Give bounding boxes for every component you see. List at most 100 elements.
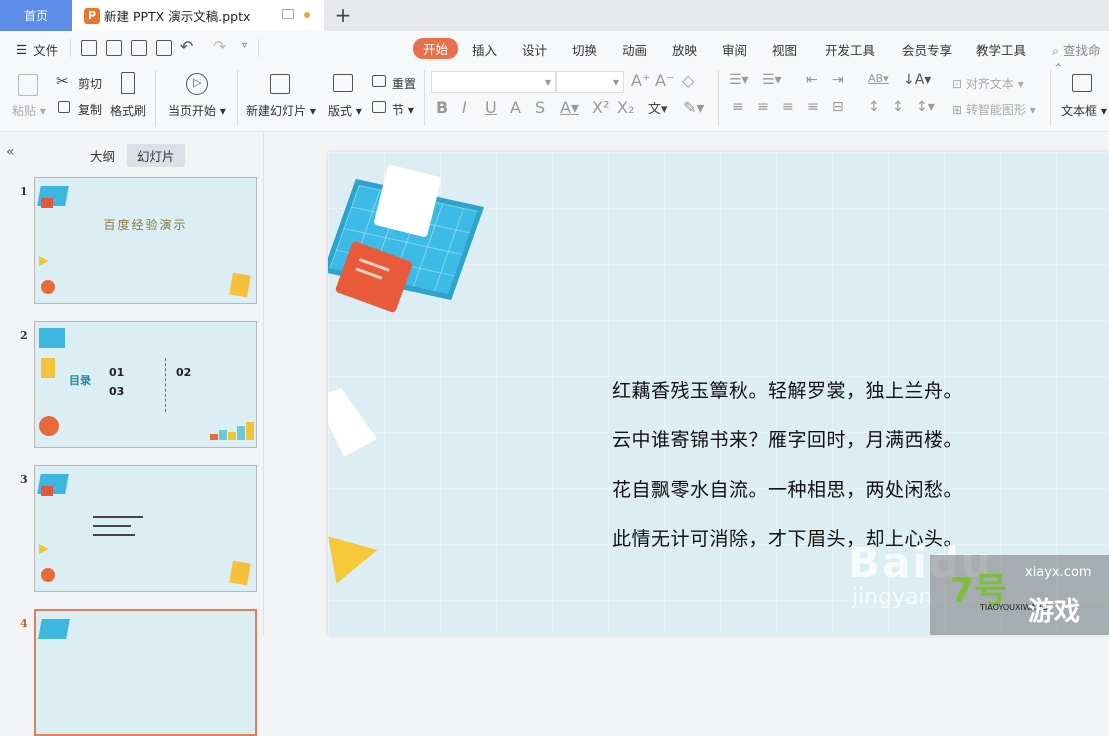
paste-icon[interactable] xyxy=(18,74,38,96)
align-text-button[interactable]: ⊡ 对齐文本 ▾ xyxy=(952,75,1024,92)
menu-bar: ☰ 文件 ↶ ↷ ▿ 开始 插入 设计 切换 动画 放映 审阅 视图 开发工具 … xyxy=(0,31,1109,77)
smart-art-button[interactable]: ⊞ 转智能图形 ▾ xyxy=(952,101,1036,118)
strikethrough-icon[interactable]: S xyxy=(535,98,545,117)
paste-button[interactable]: 粘贴 ▾ xyxy=(12,102,46,119)
tab-teaching[interactable]: 教学工具 xyxy=(976,40,1026,59)
increase-indent-icon[interactable]: ⇥ xyxy=(832,72,844,88)
copy-icon xyxy=(58,101,70,113)
tab-slideshow[interactable]: 放映 xyxy=(672,40,697,59)
tab-home[interactable]: 首页 xyxy=(0,0,72,31)
align-right-icon[interactable]: ≡ xyxy=(782,99,794,115)
textbox-button[interactable]: 文本框 ▾ xyxy=(1061,102,1107,119)
undo-icon[interactable]: ↶ xyxy=(180,37,193,56)
tab-review[interactable]: 审阅 xyxy=(722,40,747,59)
shrink-font-icon[interactable]: A⁻ xyxy=(655,71,674,90)
new-slide-label: 新建幻灯片 xyxy=(246,104,307,118)
bullet-list-icon[interactable]: ☰▾ xyxy=(729,72,749,88)
textbox-icon xyxy=(1072,74,1092,92)
align-center-icon[interactable]: ≡ xyxy=(757,99,769,115)
distribute-icon[interactable]: ⊟ xyxy=(832,99,844,115)
divider xyxy=(237,70,238,126)
justify-icon[interactable]: ≡ xyxy=(807,99,819,115)
tab-outline[interactable]: 大纲 xyxy=(80,144,125,167)
tab-view[interactable]: 视图 xyxy=(772,40,797,59)
tab-member[interactable]: 会员专享 xyxy=(902,40,952,59)
font-color-icon[interactable]: A▾ xyxy=(560,98,579,117)
highlight-icon[interactable]: ✎▾ xyxy=(683,98,704,117)
slide-text-line[interactable]: 云中谁寄锦书来？雁字回时，月满西楼。 xyxy=(612,425,963,452)
slide-text-line[interactable]: 花自飘零水自流。一种相思，两处闲愁。 xyxy=(612,475,963,502)
tab-design[interactable]: 设计 xyxy=(522,40,547,59)
line-spacing-icon[interactable]: ↕▾ xyxy=(916,99,935,115)
tab-developer[interactable]: 开发工具 xyxy=(825,40,875,59)
slide-text-line[interactable]: 红藕香残玉簟秋。轻解罗裳，独上兰舟。 xyxy=(612,376,963,403)
divider xyxy=(718,70,719,126)
text-shadow-icon[interactable]: A xyxy=(510,98,521,117)
slide-thumbnail-3[interactable] xyxy=(34,465,257,592)
toc-divider xyxy=(165,358,166,412)
print-preview-icon[interactable] xyxy=(156,40,172,56)
print-icon[interactable] xyxy=(131,40,147,56)
format-painter-button[interactable]: 格式刷 xyxy=(110,102,146,119)
triangle-illustration xyxy=(39,544,49,554)
customize-quick-access-icon[interactable]: ▿ xyxy=(242,40,247,51)
tab-bar: 首页 P 新建 PPTX 演示文稿.pptx + xyxy=(0,0,1109,31)
reset-button[interactable]: 重置 xyxy=(392,75,416,92)
slide-thumbnail-4[interactable] xyxy=(34,609,257,736)
tab-document[interactable]: P 新建 PPTX 演示文稿.pptx xyxy=(72,0,324,31)
slide-thumbnail-2[interactable]: 目录 01 02 03 xyxy=(34,321,257,448)
paper-illustration xyxy=(328,383,379,460)
chevron-down-icon: ▼ xyxy=(544,78,551,87)
text-line xyxy=(93,516,143,518)
section-label: 节 xyxy=(392,103,405,117)
tab-animation[interactable]: 动画 xyxy=(622,40,647,59)
align-left-icon[interactable]: ≡ xyxy=(732,99,744,115)
monitor-icon[interactable] xyxy=(282,9,294,19)
collapse-panel-icon[interactable]: « xyxy=(6,144,15,160)
slide-thumbnail-1[interactable]: 百度经验演示 xyxy=(34,177,257,304)
underline-icon[interactable]: U xyxy=(485,98,497,117)
subscript-icon[interactable]: X₂ xyxy=(617,98,634,117)
play-from-current-button[interactable]: 当页开始 ▾ xyxy=(168,102,226,119)
text-direction-icon[interactable]: AB▾ xyxy=(868,72,889,85)
clear-format-icon[interactable]: ◇ xyxy=(682,71,694,90)
superscript-icon[interactable]: X² xyxy=(592,98,609,117)
text-line xyxy=(93,534,135,536)
font-size-select[interactable]: ▼ xyxy=(556,71,624,93)
tab-transition[interactable]: 切换 xyxy=(572,40,597,59)
new-tab-button[interactable]: + xyxy=(332,3,354,27)
textbox-label: 文本框 xyxy=(1061,104,1098,118)
thumb-title: 百度经验演示 xyxy=(103,218,188,232)
font-name-select[interactable]: ▼ xyxy=(431,71,556,93)
divider xyxy=(424,70,425,126)
document-title: 新建 PPTX 演示文稿.pptx xyxy=(104,9,251,24)
line-spacing-down-icon[interactable]: ↕ xyxy=(892,99,904,115)
redo-icon[interactable]: ↷ xyxy=(213,37,226,56)
tab-slides[interactable]: 幻灯片 xyxy=(127,144,185,167)
copy-button[interactable]: 复制 xyxy=(78,101,102,118)
export-icon[interactable] xyxy=(106,40,122,56)
ribbon: 粘贴 ▾ ✂ 剪切 复制 格式刷 ▷ 当页开始 ▾ 新建幻灯片 ▾ 版式 ▾ 重… xyxy=(0,66,1109,132)
tab-start[interactable]: 开始 xyxy=(413,38,459,59)
new-slide-button[interactable]: 新建幻灯片 ▾ xyxy=(246,102,316,119)
search-icon: ⌕ xyxy=(1052,43,1060,58)
cut-button[interactable]: 剪切 xyxy=(78,75,102,92)
tab-insert[interactable]: 插入 xyxy=(472,40,497,59)
save-icon[interactable] xyxy=(81,40,97,56)
sort-icon[interactable]: ↓A▾ xyxy=(903,72,931,88)
phonetic-guide-icon[interactable]: 文▾ xyxy=(648,98,668,117)
divider xyxy=(1050,70,1051,126)
italic-icon[interactable]: I xyxy=(462,98,467,117)
section-button[interactable]: 节 ▾ xyxy=(392,101,414,118)
layout-button[interactable]: 版式 ▾ xyxy=(328,102,362,119)
line-spacing-up-icon[interactable]: ↕ xyxy=(868,99,880,115)
numbered-list-icon[interactable]: ☰▾ xyxy=(762,72,782,88)
thumb-toc-item: 01 xyxy=(109,366,125,379)
decrease-indent-icon[interactable]: ⇤ xyxy=(806,72,818,88)
bold-icon[interactable]: B xyxy=(436,98,448,117)
file-menu[interactable]: ☰ 文件 xyxy=(16,40,58,59)
section-icon xyxy=(372,101,386,113)
tray-illustration xyxy=(38,619,70,639)
grow-font-icon[interactable]: A⁺ xyxy=(631,71,650,90)
new-slide-icon xyxy=(270,74,290,94)
